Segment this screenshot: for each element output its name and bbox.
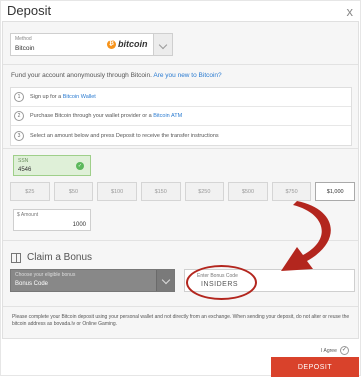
steps-list: 1 Sign up for a Bitcoin Wallet 2 Purchas… [10, 87, 352, 146]
chevron-down-icon[interactable] [156, 270, 174, 291]
deposit-panel: Method Bitcoin ₿ bitcoin Fund your accou… [2, 21, 359, 355]
claim-bonus-title: Claim a Bonus [27, 252, 93, 263]
deposit-notice: Please complete your Bitcoin deposit usi… [12, 314, 350, 327]
deposit-button[interactable]: DEPOSIT [271, 357, 359, 377]
step-number: 1 [14, 92, 24, 102]
dialog-title: Deposit [7, 3, 52, 18]
step-number: 2 [14, 111, 24, 121]
step-3: 3 Select an amount below and press Depos… [11, 126, 351, 145]
divider [3, 306, 358, 307]
chevron-down-icon[interactable] [153, 34, 172, 55]
check-icon: ✓ [76, 162, 84, 170]
amount-option[interactable]: $25 [10, 182, 50, 201]
check-icon[interactable]: ✓ [339, 346, 349, 355]
amount-option[interactable]: $250 [184, 182, 225, 201]
agree-checkbox[interactable]: I Agree ✓ [321, 346, 349, 355]
amount-option[interactable]: $150 [140, 182, 181, 201]
gift-icon [11, 252, 21, 263]
method-value: Bitcoin [15, 45, 35, 52]
amount-label: $ Amount [17, 212, 39, 218]
annotation-circle [186, 265, 257, 300]
step-text: Sign up for a [30, 94, 62, 100]
amount-input[interactable]: $ Amount 1000 [13, 209, 91, 231]
annotation-arrow-icon [281, 201, 331, 271]
claim-bonus-heading: Claim a Bonus [11, 252, 92, 263]
bitcoin-logo: ₿ bitcoin [107, 39, 148, 49]
divider [3, 64, 358, 65]
bitcoin-wallet-link[interactable]: Bitcoin Wallet [63, 94, 96, 100]
new-to-bitcoin-link[interactable]: Are you new to Bitcoin? [153, 72, 221, 79]
fund-text: Fund your account anonymously through Bi… [11, 72, 152, 79]
ssn-label: SSN [18, 158, 29, 164]
amount-option[interactable]: $100 [97, 182, 137, 201]
ssn-value: 4546 [18, 167, 32, 173]
bitcoin-logo-text: bitcoin [118, 39, 148, 49]
step-text: Purchase Bitcoin through your wallet pro… [30, 113, 152, 119]
step-number: 3 [14, 130, 24, 141]
agree-label: I Agree [321, 347, 337, 354]
bonus-select-value: Bonus Code [15, 281, 49, 287]
ssn-field[interactable]: SSN 4546 ✓ [13, 155, 91, 176]
bitcoin-atm-link[interactable]: Bitcoin ATM [153, 113, 182, 119]
method-select[interactable]: Method Bitcoin ₿ bitcoin [10, 33, 173, 56]
step-2: 2 Purchase Bitcoin through your wallet p… [11, 107, 351, 126]
bitcoin-icon: ₿ [107, 39, 116, 49]
close-icon[interactable]: x [347, 4, 354, 19]
step-1: 1 Sign up for a Bitcoin Wallet [11, 88, 351, 107]
amount-value: 1000 [72, 222, 86, 228]
bonus-select-label: Choose your eligible bonus [15, 272, 76, 278]
bonus-select[interactable]: Choose your eligible bonus Bonus Code [10, 269, 175, 292]
divider [3, 148, 358, 149]
fund-info: Fund your account anonymously through Bi… [11, 72, 222, 79]
method-label: Method [15, 36, 32, 42]
deposit-dialog: Deposit x Method Bitcoin ₿ bitcoin Fund … [0, 0, 361, 377]
step-text: Select an amount below and press Deposit… [30, 132, 219, 139]
amount-option[interactable]: $50 [53, 182, 94, 201]
